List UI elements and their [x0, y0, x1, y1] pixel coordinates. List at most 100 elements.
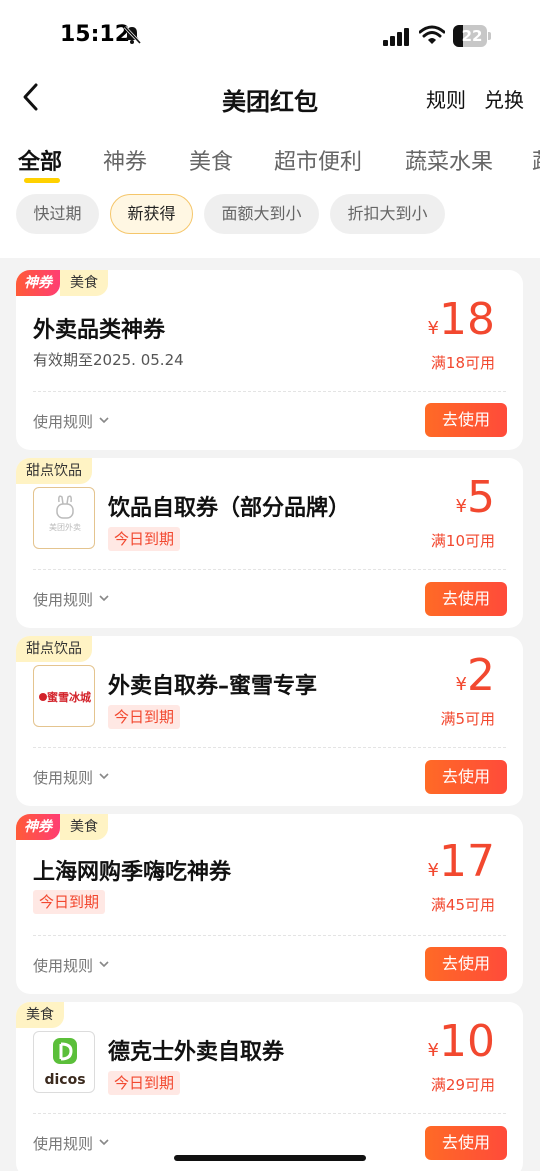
coupon-tags: 甜点饮品: [16, 636, 92, 662]
tab-fruits-vegetables[interactable]: 蔬菜水果: [405, 144, 493, 176]
coupon-title: 外卖自取券–蜜雪专享: [108, 674, 318, 699]
dashed-divider: [33, 1113, 506, 1114]
coupon-condition: 满10可用: [430, 532, 495, 550]
logo-text: 蜜雪冰城: [47, 690, 91, 704]
active-tab-indicator: [24, 178, 60, 183]
coupon-amount: 2: [467, 650, 495, 701]
coupon-card[interactable]: 甜点饮品 美团外卖 饮品自取券（部分品牌） 今日到期 ¥5 满10可用 使用规则…: [16, 458, 523, 628]
usage-rules-toggle[interactable]: 使用规则: [33, 955, 109, 976]
back-arrow-icon[interactable]: [20, 82, 42, 112]
expiry-badge: 今日到期: [108, 527, 181, 551]
dashed-divider: [33, 747, 506, 748]
category-tabs: 全部 神券 美食 超市便利 蔬菜水果 蔬: [0, 138, 540, 188]
dicos-logo-icon: dicos: [44, 1038, 86, 1088]
usage-rules-toggle[interactable]: 使用规则: [33, 1133, 109, 1154]
shen-quan-tag: 神券: [16, 270, 60, 296]
rules-link[interactable]: 规则: [426, 84, 466, 113]
coupon-title: 上海网购季嗨吃神券: [33, 860, 232, 885]
use-coupon-button[interactable]: 去使用: [425, 403, 507, 437]
dashed-divider: [33, 569, 506, 570]
usage-rules-toggle[interactable]: 使用规则: [33, 767, 109, 788]
exchange-link[interactable]: 兑换: [484, 84, 524, 113]
chevron-down-icon: [99, 595, 109, 602]
dashed-divider: [33, 935, 506, 936]
coupon-card[interactable]: 神券 美食 外卖品类神券 有效期至2025. 05.24 ¥18 满18可用 使…: [16, 270, 523, 450]
mixue-logo-icon: 蜜雪冰城: [39, 690, 91, 704]
header-area: 15:12 22 美团红包 规则 兑换 全部 神券 美食 超市便利 蔬菜水果 快…: [0, 0, 540, 258]
status-bar: 15:12 22: [0, 0, 540, 72]
filter-newly-received[interactable]: 新获得: [110, 194, 193, 234]
filter-chips: 快过期 新获得 面额大到小 折扣大到小: [0, 194, 540, 238]
chevron-down-icon: [99, 417, 109, 424]
coupon-price: ¥10: [428, 1020, 495, 1064]
use-coupon-button[interactable]: 去使用: [425, 947, 507, 981]
chevron-down-icon: [99, 961, 109, 968]
use-coupon-button[interactable]: 去使用: [425, 1126, 507, 1160]
bell-muted-icon: [123, 25, 142, 45]
usage-rules-label: 使用规则: [33, 769, 94, 787]
coupon-tags: 甜点饮品: [16, 458, 92, 484]
yen-symbol: ¥: [427, 860, 439, 881]
yen-symbol: ¥: [455, 496, 467, 517]
use-coupon-button[interactable]: 去使用: [425, 760, 507, 794]
battery-level: 22: [461, 27, 483, 45]
coupon-amount: 5: [467, 472, 495, 523]
expiry-badge: 今日到期: [108, 705, 181, 729]
usage-rules-toggle[interactable]: 使用规则: [33, 411, 109, 432]
category-tag: 甜点饮品: [16, 636, 92, 662]
coupon-validity: 有效期至2025. 05.24: [33, 351, 184, 369]
coupon-condition: 满5可用: [440, 710, 495, 728]
coupon-amount: 18: [439, 294, 495, 345]
yen-symbol: ¥: [455, 674, 467, 695]
filter-expiring[interactable]: 快过期: [16, 194, 99, 234]
coupon-condition: 满45可用: [430, 896, 495, 914]
expiry-badge: 今日到期: [108, 1071, 181, 1095]
dashed-divider: [33, 391, 506, 392]
coupon-condition: 满29可用: [430, 1076, 495, 1094]
filter-amount-desc[interactable]: 面额大到小: [204, 194, 319, 234]
filter-discount-desc[interactable]: 折扣大到小: [330, 194, 445, 234]
category-tag: 美食: [60, 814, 108, 840]
mixue-logo: 蜜雪冰城: [33, 665, 95, 727]
coupon-amount: 17: [439, 836, 495, 887]
tab-more-partial[interactable]: 蔬: [532, 144, 540, 176]
coupon-title: 外卖品类神券: [33, 318, 166, 343]
cellular-signal-icon: [383, 28, 409, 46]
status-time: 15:12: [60, 22, 131, 47]
tab-food[interactable]: 美食: [189, 144, 233, 176]
coupon-tags: 神券 美食: [16, 814, 108, 840]
coupon-title: 德克士外卖自取券: [108, 1040, 285, 1065]
usage-rules-label: 使用规则: [33, 1135, 94, 1153]
coupon-price: ¥2: [456, 654, 495, 698]
coupon-tags: 美食: [16, 1002, 64, 1028]
wifi-icon: [419, 25, 445, 44]
battery-icon: 22: [453, 25, 491, 47]
usage-rules-toggle[interactable]: 使用规则: [33, 589, 109, 610]
tab-shen-quan[interactable]: 神券: [103, 144, 147, 176]
category-tag: 甜点饮品: [16, 458, 92, 484]
logo-text: dicos: [44, 1072, 85, 1088]
coupon-price: ¥17: [428, 840, 495, 884]
shen-quan-tag: 神券: [16, 814, 60, 840]
coupon-card[interactable]: 甜点饮品 蜜雪冰城 外卖自取券–蜜雪专享 今日到期 ¥2 满5可用 使用规则 去…: [16, 636, 523, 806]
coupon-tags: 神券 美食: [16, 270, 108, 296]
coupon-title: 饮品自取券（部分品牌）: [108, 496, 351, 521]
coupon-card[interactable]: 神券 美食 上海网购季嗨吃神券 今日到期 ¥17 满45可用 使用规则 去使用: [16, 814, 523, 994]
dicos-logo: dicos: [33, 1031, 95, 1093]
coupon-condition: 满18可用: [430, 354, 495, 372]
home-indicator[interactable]: [174, 1155, 366, 1161]
coupon-card[interactable]: 美食 dicos 德克士外卖自取券 今日到期 ¥10 满29可用 使用规则 去使…: [16, 1002, 523, 1171]
coupon-amount: 10: [439, 1016, 495, 1067]
use-coupon-button[interactable]: 去使用: [425, 582, 507, 616]
usage-rules-label: 使用规则: [33, 957, 94, 975]
chevron-down-icon: [99, 773, 109, 780]
meituan-waimai-logo: 美团外卖: [33, 487, 95, 549]
logo-text: 美团外卖: [49, 522, 81, 532]
coupon-price: ¥18: [428, 298, 495, 342]
tab-supermarket[interactable]: 超市便利: [274, 144, 362, 176]
navigation-bar: 美团红包 规则 兑换: [0, 72, 540, 122]
tab-all[interactable]: 全部: [18, 144, 62, 176]
yen-symbol: ¥: [427, 318, 439, 339]
category-tag: 美食: [60, 270, 108, 296]
usage-rules-label: 使用规则: [33, 591, 94, 609]
